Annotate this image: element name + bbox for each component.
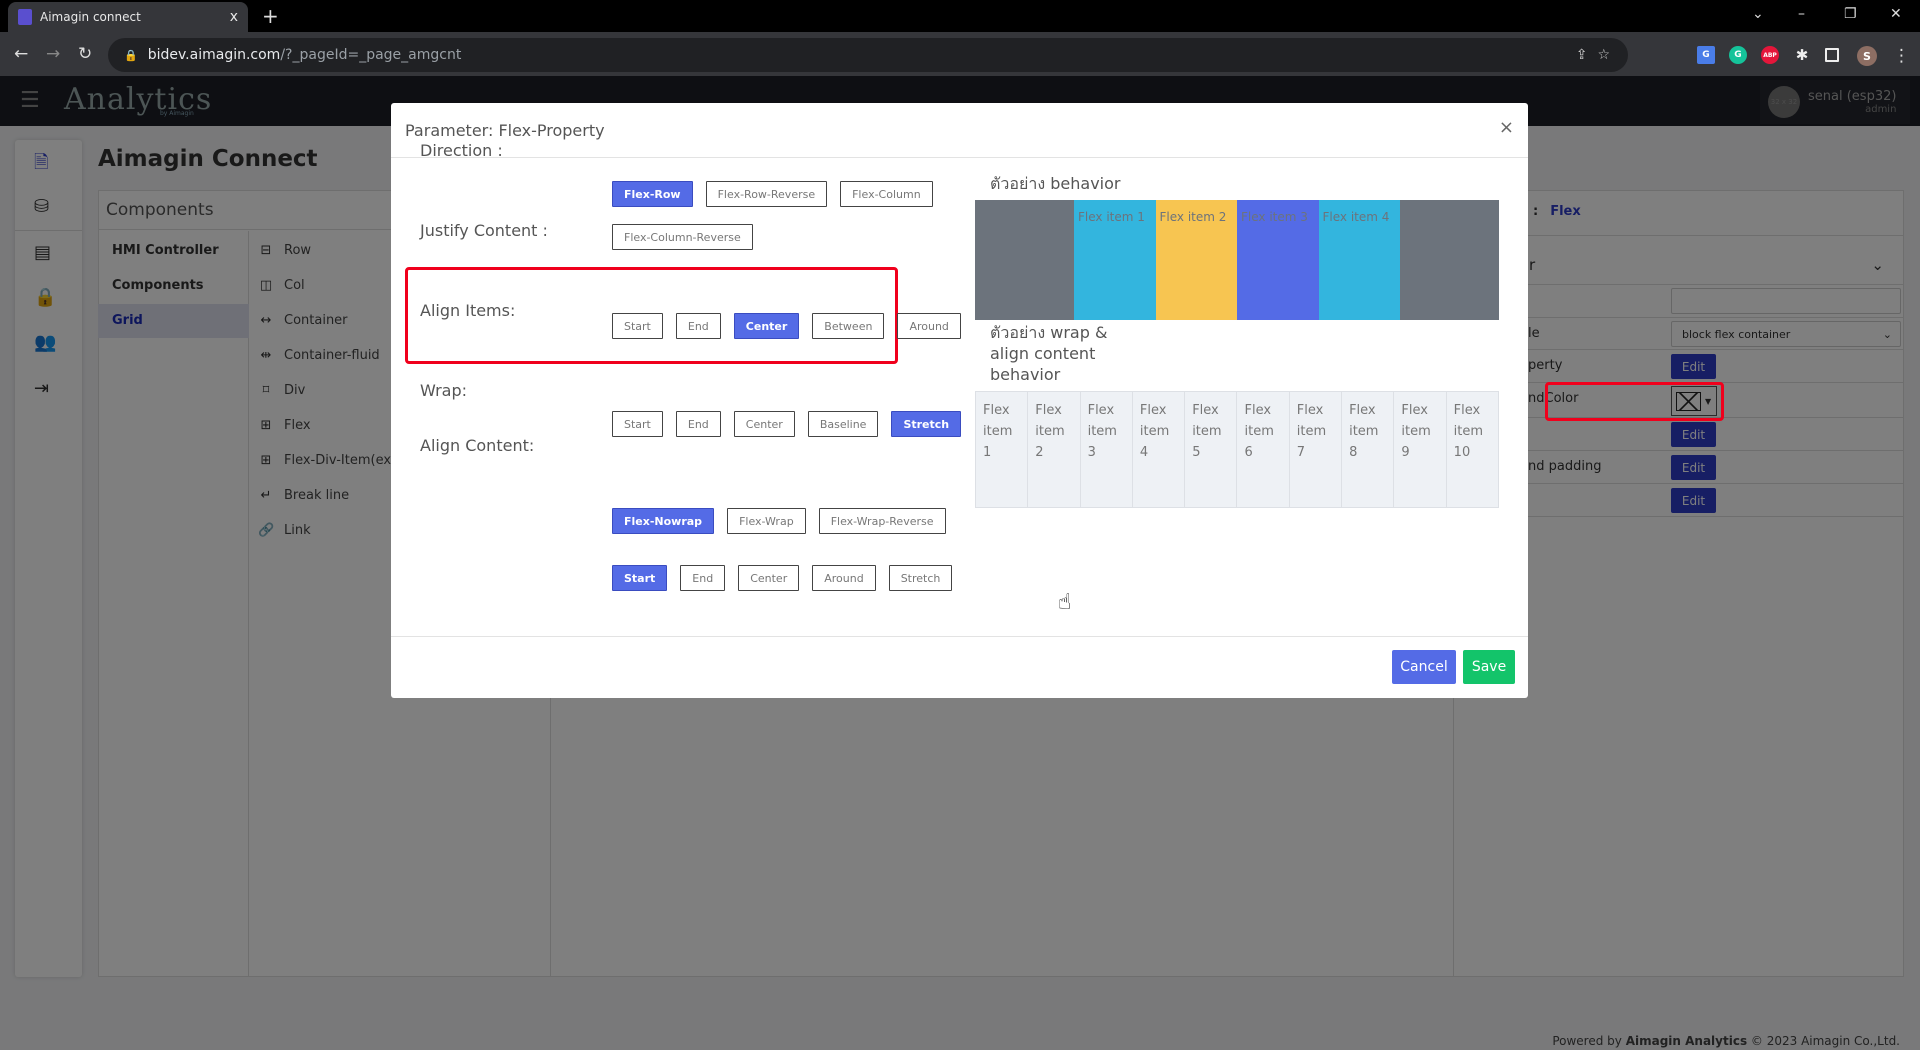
url-bar[interactable]: 🔒 bidev.aimagin.com/?_pageId=_page_amgcn… xyxy=(108,38,1628,72)
browser-menu-icon[interactable]: ⋮ xyxy=(1893,46,1910,66)
option-button[interactable]: Start xyxy=(612,411,663,437)
close-icon[interactable]: × xyxy=(1499,117,1514,138)
reload-icon[interactable]: ↻ xyxy=(78,44,92,64)
flex-behavior-preview: Flex item 1 Flex item 2 Flex item 3 Flex it… xyxy=(975,200,1499,320)
divider xyxy=(391,636,1528,637)
option-button[interactable]: End xyxy=(675,411,721,437)
flex-item: Flex item 4 xyxy=(1318,200,1400,320)
option-button[interactable]: Flex-Row xyxy=(612,181,693,207)
bookmark-star-icon[interactable]: ☆ xyxy=(1597,47,1610,63)
flex-item: Flex item 2 xyxy=(1028,392,1081,507)
option-button[interactable]: Center xyxy=(733,411,795,437)
flex-item: Flex item 3 xyxy=(1237,200,1319,320)
option-group: Start End Center Baseline Stretch xyxy=(612,411,972,437)
option-button[interactable]: Start xyxy=(612,313,663,339)
flex-item: Flex item 4 xyxy=(1133,392,1186,507)
preview2-title: ตัวอย่าง wrap & align content behavior xyxy=(990,323,1108,384)
option-button[interactable]: Baseline xyxy=(807,411,879,437)
preview1-title: ตัวอย่าง behavior xyxy=(990,174,1121,193)
window-close-icon[interactable]: ✕ xyxy=(1890,6,1902,22)
option-button[interactable]: Around xyxy=(812,565,876,591)
new-tab-button[interactable]: + xyxy=(262,4,279,28)
option-button[interactable]: Flex-Row-Reverse xyxy=(705,181,828,207)
flex-property-modal: Parameter: Flex-Property × Direction : Fl… xyxy=(391,103,1528,698)
flex-item: Flex item 9 xyxy=(1394,392,1447,507)
option-button[interactable]: Flex-Nowrap xyxy=(612,508,715,534)
back-icon[interactable]: ← xyxy=(14,44,28,64)
option-button[interactable]: End xyxy=(675,313,721,339)
option-group: Flex-Row Flex-Row-Reverse Flex-Column Flex-… xyxy=(612,181,972,250)
option-button[interactable]: Flex-Wrap-Reverse xyxy=(818,508,946,534)
option-button[interactable]: Center xyxy=(738,565,800,591)
group-label: Justify Content : xyxy=(420,221,548,240)
flex-item: Flex item 1 xyxy=(1074,200,1156,320)
option-button[interactable]: End xyxy=(680,565,726,591)
option-button[interactable]: Around xyxy=(897,313,961,339)
grammarly-icon[interactable]: G xyxy=(1729,46,1747,64)
url-path: /?_pageId=_page_amgcnt xyxy=(280,47,462,63)
group-label: Align Content: xyxy=(420,436,535,455)
side-panel-icon[interactable] xyxy=(1825,48,1839,62)
restore-icon[interactable]: ❐ xyxy=(1844,6,1857,22)
flex-item: Flex item 5 xyxy=(1185,392,1238,507)
save-button[interactable]: Save xyxy=(1463,650,1515,684)
group-label: Wrap: xyxy=(420,381,468,400)
option-button[interactable]: Stretch xyxy=(888,565,953,591)
flex-item: Flex item 2 xyxy=(1155,200,1237,320)
option-button[interactable]: Stretch xyxy=(891,411,962,437)
divider xyxy=(391,157,1528,158)
option-button[interactable]: Start xyxy=(612,565,668,591)
browser-tab[interactable]: Aimagin connect x xyxy=(8,2,248,32)
minimize-icon[interactable]: – xyxy=(1798,6,1805,22)
profile-avatar[interactable]: S xyxy=(1857,46,1877,66)
flex-item: Flex item 1 xyxy=(976,392,1029,507)
lock-icon: 🔒 xyxy=(124,48,138,62)
highlight-box-color xyxy=(1545,382,1724,421)
option-button[interactable]: Flex-Column xyxy=(840,181,933,207)
option-button[interactable]: Center xyxy=(733,313,800,339)
forward-icon[interactable]: → xyxy=(46,44,60,64)
option-group: Flex-Nowrap Flex-Wrap Flex-Wrap-Reverse xyxy=(612,508,992,534)
wrap-behavior-preview: Flex item 1 Flex item 2 Flex item 3 Flex it… xyxy=(975,391,1499,508)
share-icon[interactable]: ⇪ xyxy=(1576,47,1588,63)
hand-cursor-icon: ☝ xyxy=(1058,590,1072,615)
extensions-puzzle-icon[interactable]: ✱ xyxy=(1793,46,1811,64)
flex-item: Flex item 10 xyxy=(1453,403,1484,460)
tab-title: Aimagin connect xyxy=(40,10,141,24)
group-label: Direction : xyxy=(420,141,503,160)
modal-title: Parameter: Flex-Property xyxy=(405,121,605,140)
favicon-icon xyxy=(18,9,32,25)
flex-item: Flex item 3 xyxy=(1081,392,1133,507)
option-group: Start End Center Around Stretch xyxy=(612,565,972,591)
cancel-button[interactable]: Cancel xyxy=(1392,650,1456,684)
tab-close-icon[interactable]: x xyxy=(230,9,238,25)
option-button[interactable]: Flex-Column-Reverse xyxy=(612,224,753,250)
flex-item: Flex item 7 xyxy=(1290,392,1343,507)
browser-tab-bar xyxy=(0,0,1920,32)
adblock-icon[interactable]: ABP xyxy=(1761,46,1779,64)
tab-search-icon[interactable]: ⌄ xyxy=(1752,6,1764,22)
option-group: Start End Center Between Around xyxy=(612,313,972,339)
option-button[interactable]: Between xyxy=(812,313,885,339)
flex-item: Flex item 8 xyxy=(1342,392,1395,507)
group-label: Align Items: xyxy=(420,301,516,320)
google-translate-icon[interactable]: G xyxy=(1697,46,1715,64)
url-host: bidev.aimagin.com xyxy=(147,47,281,63)
flex-item: Flex item 6 xyxy=(1237,392,1290,507)
option-button[interactable]: Flex-Wrap xyxy=(727,508,806,534)
